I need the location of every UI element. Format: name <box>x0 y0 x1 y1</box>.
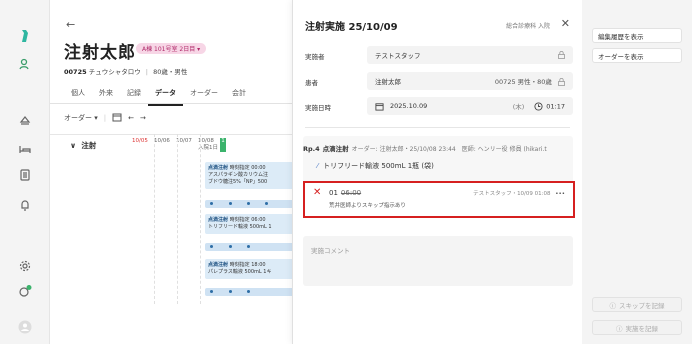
lock-icon <box>554 51 565 59</box>
performer-label: 実施者 <box>305 53 325 61</box>
patient-search-icon[interactable] <box>16 55 34 73</box>
modal-title: 注射実施 25/10/09 <box>305 22 398 33</box>
date-cell: 10/06 <box>154 138 170 144</box>
order-filter-select[interactable]: オーダー ▾ <box>64 113 98 123</box>
patient-name: 注射太郎 <box>64 43 136 63</box>
app-logo-icon <box>16 27 34 45</box>
date-cell: 10/07 <box>176 138 192 144</box>
eject-icon[interactable] <box>16 111 34 129</box>
calendar-icon[interactable] <box>112 112 122 124</box>
tab-divider <box>50 103 292 104</box>
syringe-icon: ⁄ <box>317 162 319 170</box>
injection-record-modal: 注射実施 25/10/09 総合診療科 入院 ✕ 実施者 テストスタッフ 患者 … <box>292 0 582 344</box>
bell-icon[interactable] <box>16 196 34 214</box>
weekday-text: (木) <box>512 103 525 111</box>
modal-department: 総合診療科 入院 <box>506 23 550 30</box>
modal-divider <box>305 127 570 128</box>
calendar-icon <box>375 102 384 111</box>
grid-header-divider <box>50 134 292 135</box>
time-field[interactable]: 01:17 <box>534 101 565 111</box>
dose-dot-row[interactable] <box>205 243 292 251</box>
more-menu-icon[interactable]: ••• <box>555 191 565 197</box>
injection-row-label[interactable]: ∨ 注射 <box>70 140 96 151</box>
patient-kana: チュウシャタロウ <box>88 68 141 76</box>
prescription-drug: ⁄ トリフリード輸液 500mL 1瓶 (袋) <box>317 162 434 170</box>
dose-dot-row[interactable] <box>205 288 292 296</box>
back-arrow-icon[interactable]: ← <box>66 18 75 31</box>
info-icon: ⓘ <box>616 324 623 333</box>
data-toolbar: オーダー ▾ | ← → <box>64 112 146 124</box>
dose-dot-row[interactable] <box>205 200 292 208</box>
record-done-button[interactable]: ⓘ 実施を記録 <box>592 320 682 335</box>
date-cell: 10/05 <box>132 138 148 144</box>
comment-placeholder: 実施コメント <box>311 247 350 255</box>
grid-column-line <box>200 134 201 304</box>
date-header: 10/05 10/06 10/07 10/08 入院1日 1 <box>132 138 226 152</box>
prev-arrow-icon[interactable]: ← <box>128 114 134 122</box>
grid-column-line <box>154 134 155 304</box>
patient-field-info: 00725 男性・80歳 <box>494 78 552 86</box>
skip-time: 01 06:00 <box>329 189 362 197</box>
patient-subinfo: 00725 チュウシャタロウ | 80歳・男性 <box>64 68 188 76</box>
grid-column-line <box>177 134 178 304</box>
edit-history-button[interactable]: 編集履歴を表示 <box>592 28 682 43</box>
clock-icon <box>534 101 543 111</box>
left-nav <box>0 0 50 344</box>
list-icon[interactable] <box>16 166 34 184</box>
show-order-button[interactable]: オーダーを表示 <box>592 48 682 63</box>
record-skip-button[interactable]: ⓘ スキップを記録 <box>592 297 682 312</box>
patient-age-sex: 80歳・男性 <box>153 68 188 76</box>
skip-record-entry[interactable]: ✕ 01 06:00 テストスタッフ・10/09 01:08 ••• 荒井医師より… <box>303 181 575 218</box>
patient-field: 注射太郎 00725 男性・80歳 <box>367 72 573 90</box>
action-panel: 編集履歴を表示 オーダーを表示 ⓘ スキップを記録 ⓘ 実施を記録 <box>582 0 692 344</box>
skip-x-icon: ✕ <box>313 187 322 198</box>
comment-textarea[interactable] <box>303 236 573 286</box>
datetime-label: 実施日時 <box>305 104 331 112</box>
settings-gear-icon[interactable] <box>16 257 34 275</box>
prescription-header: Rp.4 点滴注射 オーダー: 注射太郎・25/10/08 23:44 医師: ヘン… <box>303 145 547 153</box>
skip-note: 荒井医師よりスキップ指示あり <box>329 203 406 209</box>
skip-meta: テストスタッフ・10/09 01:08 ••• <box>473 191 565 197</box>
injection-card[interactable]: 点滴注射 時刻指定 00:00 アスパラギン酸カリウム注 ブドウ糖注5%「NP」… <box>205 162 292 189</box>
notification-badge-icon[interactable] <box>16 282 34 300</box>
ward-badge[interactable]: A棟 101号室 2日目 ▾ <box>136 43 207 54</box>
date-field[interactable]: 2025.10.09 (木) 01:17 <box>367 97 573 115</box>
next-arrow-icon[interactable]: → <box>140 114 146 122</box>
injection-card[interactable]: 点滴注射 時刻指定 18:00 パレプラス輸液 500mL 1キ <box>205 259 292 279</box>
lock-icon <box>558 78 565 86</box>
performer-field[interactable]: テストスタッフ <box>367 46 573 64</box>
injection-card[interactable]: 点滴注射 時刻指定 06:00 トリフリード輸液 500mL 1 <box>205 214 292 234</box>
date-cell: 10/08 入院1日 <box>198 138 218 151</box>
bed-icon[interactable] <box>16 140 34 158</box>
close-icon[interactable]: ✕ <box>561 17 570 30</box>
info-icon: ⓘ <box>609 301 617 310</box>
patient-id: 00725 <box>64 68 87 76</box>
user-avatar-icon[interactable] <box>16 318 34 336</box>
patient-main: ← 注射太郎 A棟 101号室 2日目 ▾ 00725 チュウシャタロウ | 8… <box>50 0 292 344</box>
patient-label: 患者 <box>305 79 318 87</box>
date-cell: 1 <box>220 138 226 152</box>
